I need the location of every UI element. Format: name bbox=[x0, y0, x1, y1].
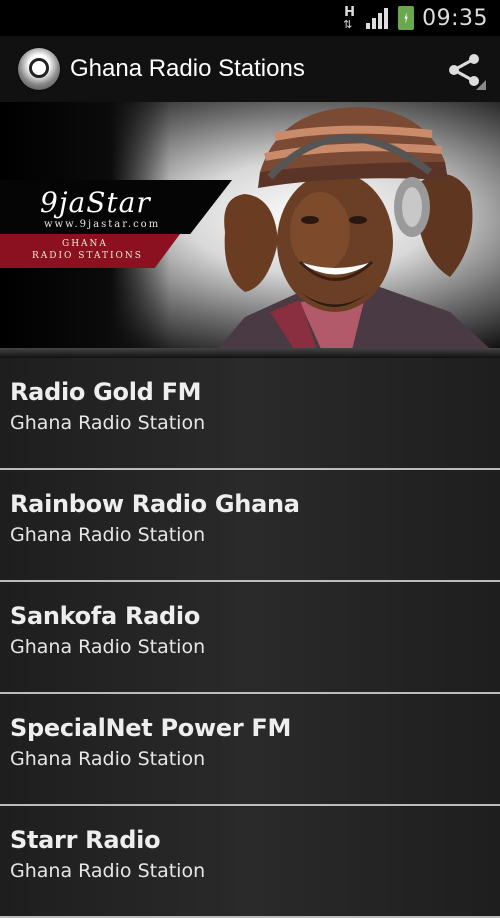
station-subtitle: Ghana Radio Station bbox=[10, 748, 206, 770]
action-bar: Ghana Radio Stations bbox=[0, 36, 500, 102]
data-activity-icon: ⇅ bbox=[343, 19, 353, 31]
status-icons: H ⇅ 09:35 bbox=[342, 0, 488, 36]
station-list: Radio Gold FM Ghana Radio Station Rainbo… bbox=[0, 358, 500, 918]
station-subtitle: Ghana Radio Station bbox=[10, 412, 206, 434]
app-logo-icon[interactable] bbox=[18, 48, 60, 90]
status-time: 09:35 bbox=[422, 5, 488, 31]
station-subtitle: Ghana Radio Station bbox=[10, 636, 206, 658]
station-name: SpecialNet Power FM bbox=[10, 714, 292, 742]
status-bar: H ⇅ 09:35 bbox=[0, 0, 500, 36]
station-subtitle: Ghana Radio Station bbox=[10, 524, 206, 546]
hspa-data-icon: H ⇅ bbox=[342, 5, 358, 31]
station-subtitle: Ghana Radio Station bbox=[10, 860, 206, 882]
signal-strength-icon bbox=[366, 7, 390, 29]
promo-banner: 9jaStar www.9jastar.com GHANA RADIO STAT… bbox=[0, 102, 500, 358]
station-name: Sankofa Radio bbox=[10, 602, 201, 630]
brand-url: www.9jastar.com bbox=[44, 219, 161, 230]
station-item[interactable]: SpecialNet Power FM Ghana Radio Station bbox=[0, 694, 500, 806]
station-name: Rainbow Radio Ghana bbox=[10, 490, 300, 518]
station-name: Radio Gold FM bbox=[10, 378, 202, 406]
station-item[interactable]: Sankofa Radio Ghana Radio Station bbox=[0, 582, 500, 694]
station-item[interactable]: Radio Gold FM Ghana Radio Station bbox=[0, 358, 500, 470]
station-item[interactable]: Starr Radio Ghana Radio Station bbox=[0, 806, 500, 918]
radio-listener-image bbox=[210, 107, 500, 358]
station-item[interactable]: Rainbow Radio Ghana Ghana Radio Station bbox=[0, 470, 500, 582]
banner-ribbon-line1: GHANA bbox=[62, 239, 108, 249]
banner-ribbon-line2: RADIO STATIONS bbox=[32, 251, 143, 261]
app-title: Ghana Radio Stations bbox=[70, 55, 305, 82]
battery-charging-icon bbox=[398, 6, 415, 30]
station-name: Starr Radio bbox=[10, 826, 161, 854]
share-icon[interactable] bbox=[446, 50, 486, 90]
brand-logo-text: 9jaStar bbox=[40, 186, 151, 219]
